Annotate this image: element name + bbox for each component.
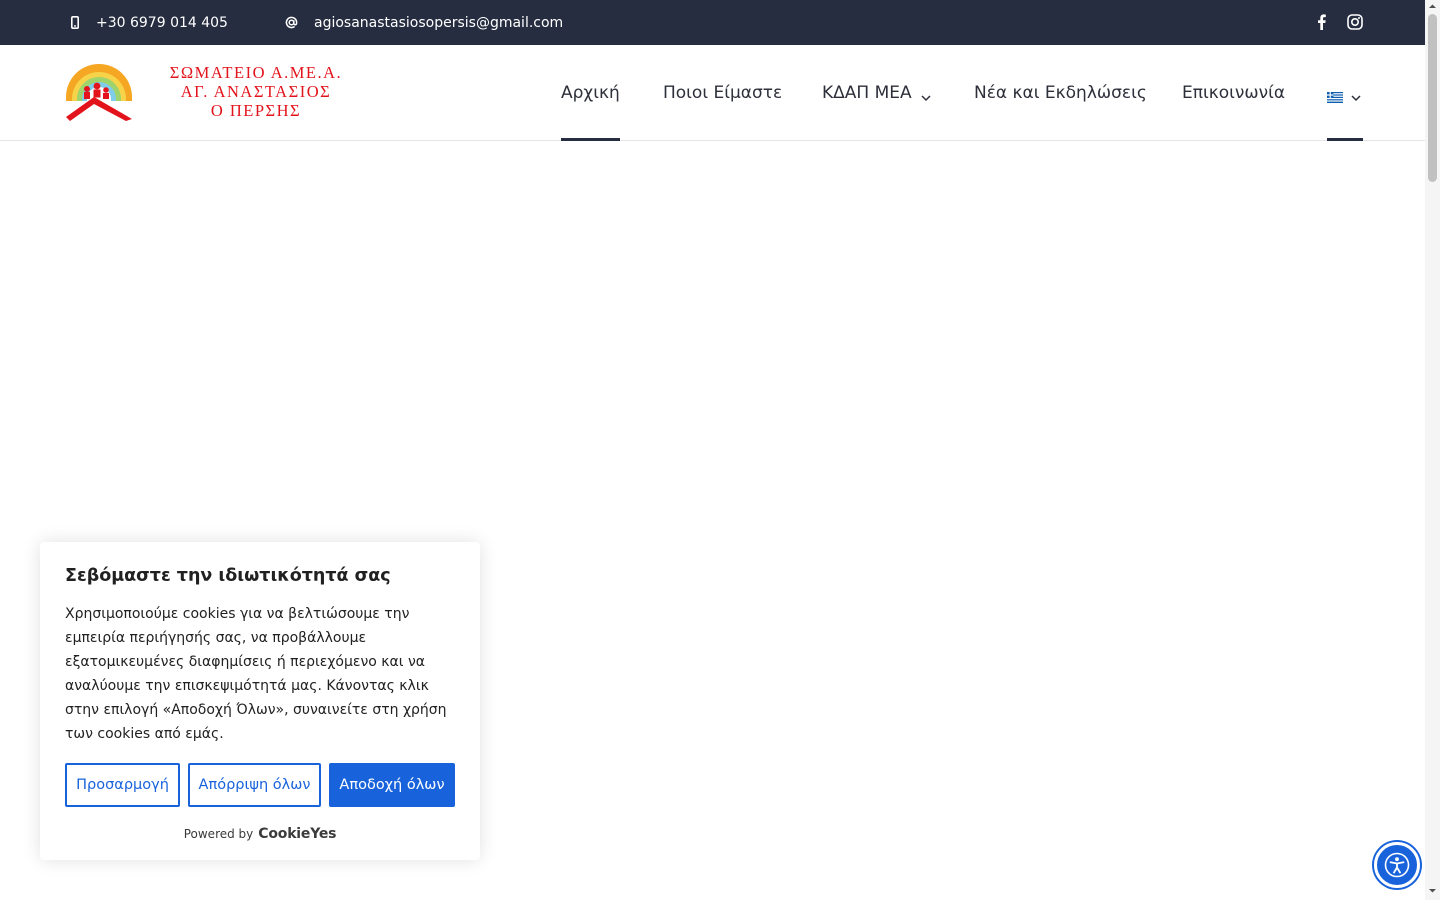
cookie-description: Χρησιμοποιούμε cookies για να βελτιώσουμ…: [65, 606, 447, 742]
phone-contact[interactable]: +30 6979 014 405: [68, 0, 228, 45]
site-logo[interactable]: ΣΩΜΑΤΕΙΟ Α.ΜΕ.Α. ΑΓ. ΑΝΑΣΤΑΣΙΟΣ Ο ΠΕΡΣΗΣ: [64, 61, 354, 123]
nav-item-home[interactable]: Αρχική: [561, 45, 620, 141]
nav-item-news-events[interactable]: Νέα και Εκδηλώσεις: [974, 45, 1147, 141]
powered-by: Powered by CookieYes: [40, 826, 480, 842]
nav-item-label: Νέα και Εκδηλώσεις: [974, 83, 1147, 103]
nav-item-kdap-mea[interactable]: ΚΔΑΠ ΜΕΑ: [822, 45, 931, 141]
instagram-icon[interactable]: [1345, 12, 1365, 32]
scroll-down-arrow-icon[interactable]: [1428, 886, 1437, 895]
reject-all-button[interactable]: Απόρριψη όλων: [188, 763, 321, 807]
page-scrollbar[interactable]: [1425, 0, 1440, 900]
phone-number[interactable]: +30 6979 014 405: [96, 15, 228, 31]
chevron-down-icon: [1351, 88, 1361, 102]
powered-by-label: Powered by: [183, 827, 254, 841]
logo-line-3: Ο ΠΕΡΣΗΣ: [210, 101, 302, 120]
cookieyes-logo[interactable]: CookieYes: [258, 826, 336, 842]
scrollbar-thumb[interactable]: [1428, 14, 1437, 182]
site-header: ΣΩΜΑΤΕΙΟ Α.ΜΕ.Α. ΑΓ. ΑΝΑΣΤΑΣΙΟΣ Ο ΠΕΡΣΗΣ…: [0, 45, 1425, 141]
mobile-phone-icon: [68, 16, 82, 30]
nav-item-label: Επικοινωνία: [1182, 83, 1286, 103]
email-address[interactable]: agiosanastasiosopersis@gmail.com: [314, 15, 563, 31]
nav-item-about[interactable]: Ποιοι Είμαστε: [663, 45, 782, 141]
logo-line-2: ΑΓ. ΑΝΑΣΤΑΣΙΟΣ: [180, 82, 332, 101]
accessibility-button[interactable]: [1374, 842, 1420, 888]
at-sign-icon: [284, 16, 298, 30]
cookie-consent-banner: Σεβόμαστε την ιδιωτικότητά σας Χρησιμοπο…: [40, 542, 480, 860]
language-switcher[interactable]: [1327, 45, 1363, 141]
accept-all-button[interactable]: Αποδοχή όλων: [329, 763, 455, 807]
nav-item-label: Αρχική: [561, 83, 620, 103]
facebook-icon[interactable]: [1311, 12, 1331, 32]
accessibility-person-icon: [1384, 852, 1410, 878]
customize-button[interactable]: Προσαρμογή: [65, 763, 180, 807]
nav-item-label: Ποιοι Είμαστε: [663, 83, 783, 103]
cookie-title: Σεβόμαστε την ιδιωτικότητά σας: [65, 566, 391, 586]
logo-text: ΣΩΜΑΤΕΙΟ Α.ΜΕ.Α. ΑΓ. ΑΝΑΣΤΑΣΙΟΣ Ο ΠΕΡΣΗΣ: [156, 63, 356, 120]
greek-flag-icon: [1327, 88, 1343, 103]
top-contact-bar: +30 6979 014 405 agiosanastasiosopersis@…: [0, 0, 1425, 45]
scroll-up-arrow-icon[interactable]: [1428, 2, 1437, 11]
nav-item-contact[interactable]: Επικοινωνία: [1182, 45, 1285, 141]
chevron-down-icon: [921, 88, 931, 102]
nav-item-label: ΚΔΑΠ ΜΕΑ: [822, 83, 912, 103]
logo-line-1: ΣΩΜΑΤΕΙΟ Α.ΜΕ.Α.: [169, 63, 343, 82]
rainbow-house-logo-icon: [66, 64, 132, 121]
email-contact[interactable]: agiosanastasiosopersis@gmail.com: [284, 0, 563, 45]
